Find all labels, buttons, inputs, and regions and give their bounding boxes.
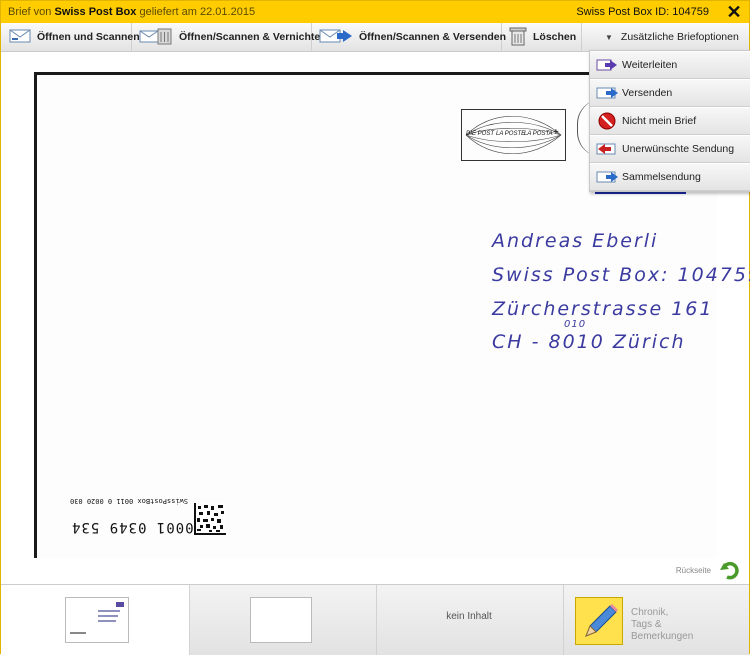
more-options-toggle[interactable]: ▼ Zusätzliche Briefoptionen <box>589 23 749 51</box>
address-line-1: Andreas Eberli <box>492 230 659 252</box>
forward-icon <box>596 57 618 73</box>
stamp-text-2: LA POSTE <box>496 131 526 137</box>
menu-item-forward[interactable]: Weiterleiten <box>590 51 750 79</box>
pencil-icon <box>575 597 623 645</box>
open-scan-destroy-label: Öffnen/Scannen & Vernichten <box>179 31 327 43</box>
no-content-label: kein Inhalt <box>446 611 492 622</box>
page-thumb-back[interactable] <box>189 585 377 655</box>
delivered-label: geliefert am <box>139 6 197 18</box>
delete-label: Löschen <box>533 31 577 43</box>
open-scan-send-label: Öffnen/Scannen & Versenden <box>359 31 507 43</box>
chronik-label: Chronik, Tags & Bemerkungen <box>631 607 693 643</box>
rotate-arrow-icon <box>720 561 739 580</box>
content-slot[interactable]: kein Inhalt <box>376 585 564 655</box>
menu-item-unwanted-label: Unerwünschte Sendung <box>622 143 735 155</box>
sender-name: Swiss Post Box <box>54 6 137 18</box>
chronik-line-1: Chronik, <box>631 607 669 618</box>
back-side-button[interactable] <box>719 559 741 581</box>
chronik-line-2: Tags & <box>631 619 662 630</box>
menu-item-not-mine-label: Nicht mein Brief <box>622 115 697 127</box>
open-scan-destroy-button[interactable]: Öffnen/Scannen & Vernichten <box>131 23 327 51</box>
postage-stamp: DIE POST LA POSTE LA POSTA + <box>461 109 566 161</box>
page-strip: kein Inhalt Chronik, Tags & Bemerkungen <box>1 584 749 655</box>
address-line-3: Zürcherstrasse 161 <box>492 298 714 320</box>
menu-item-bulk[interactable]: Sammelsendung <box>590 163 750 191</box>
open-scan-send-button[interactable]: Öffnen/Scannen & Versenden <box>311 23 506 51</box>
menu-item-forward-label: Weiterleiten <box>622 59 678 71</box>
more-options-label: Zusätzliche Briefoptionen <box>620 31 739 43</box>
send-icon <box>596 85 618 101</box>
menu-item-send[interactable]: Versenden <box>590 79 750 107</box>
envelope-shredder-icon <box>139 27 173 48</box>
chronik-tags-button[interactable]: Chronik, Tags & Bemerkungen <box>563 585 749 655</box>
address-line-2: Swiss Post Box: 104759 <box>492 264 750 286</box>
swiss-cross-icon: + <box>553 127 559 138</box>
trash-icon <box>509 26 527 49</box>
letter-prefix: Brief von <box>8 6 52 18</box>
no-entry-icon <box>596 112 618 130</box>
datamatrix-code <box>194 503 226 535</box>
triangle-down-icon: ▼ <box>605 32 613 42</box>
stamp-text-1: DIE POST <box>466 131 495 137</box>
menu-item-not-mine[interactable]: Nicht mein Brief <box>590 107 750 135</box>
thumb-back-image <box>250 597 312 643</box>
menu-item-send-label: Versenden <box>622 87 673 99</box>
letter-info: Brief von Swiss Post Box geliefert am 22… <box>8 6 255 18</box>
barcode-text-small: SwissPostBox 0011 0 0020 030 <box>70 497 189 505</box>
page-thumb-front[interactable] <box>1 585 190 655</box>
envelope-icon <box>9 29 31 46</box>
close-icon: ✕ <box>726 2 742 22</box>
title-bar: Brief von Swiss Post Box geliefert am 22… <box>1 1 749 23</box>
address-correction: 010 <box>564 319 587 330</box>
delivery-date: 22.01.2015 <box>200 6 256 18</box>
box-id: Swiss Post Box ID: 104759 <box>576 6 709 18</box>
menu-item-bulk-label: Sammelsendung <box>622 171 701 183</box>
bulk-send-icon <box>596 169 618 185</box>
close-button[interactable]: ✕ <box>719 1 749 23</box>
letter-options-menu: Weiterleiten Versenden Nicht mein Brief … <box>589 50 750 192</box>
delete-button[interactable]: Löschen <box>501 23 582 51</box>
letter-window: Brief von Swiss Post Box geliefert am 22… <box>0 0 750 655</box>
barcode-text-large: 00001 0349 534 <box>71 519 204 535</box>
open-scan-label: Öffnen und Scannen <box>37 31 140 43</box>
thumb-front-image <box>65 597 129 643</box>
chronik-line-3: Bemerkungen <box>631 631 694 642</box>
envelope-send-icon <box>319 28 353 47</box>
return-icon <box>596 141 618 157</box>
address-line-4: CH - 8010 Zürich <box>492 331 686 353</box>
menu-item-unwanted[interactable]: Unerwünschte Sendung <box>590 135 750 163</box>
stamp-text-3: LA POSTA <box>524 131 553 137</box>
back-side-label: Rückseite <box>675 566 711 575</box>
open-scan-button[interactable]: Öffnen und Scannen <box>1 23 140 51</box>
